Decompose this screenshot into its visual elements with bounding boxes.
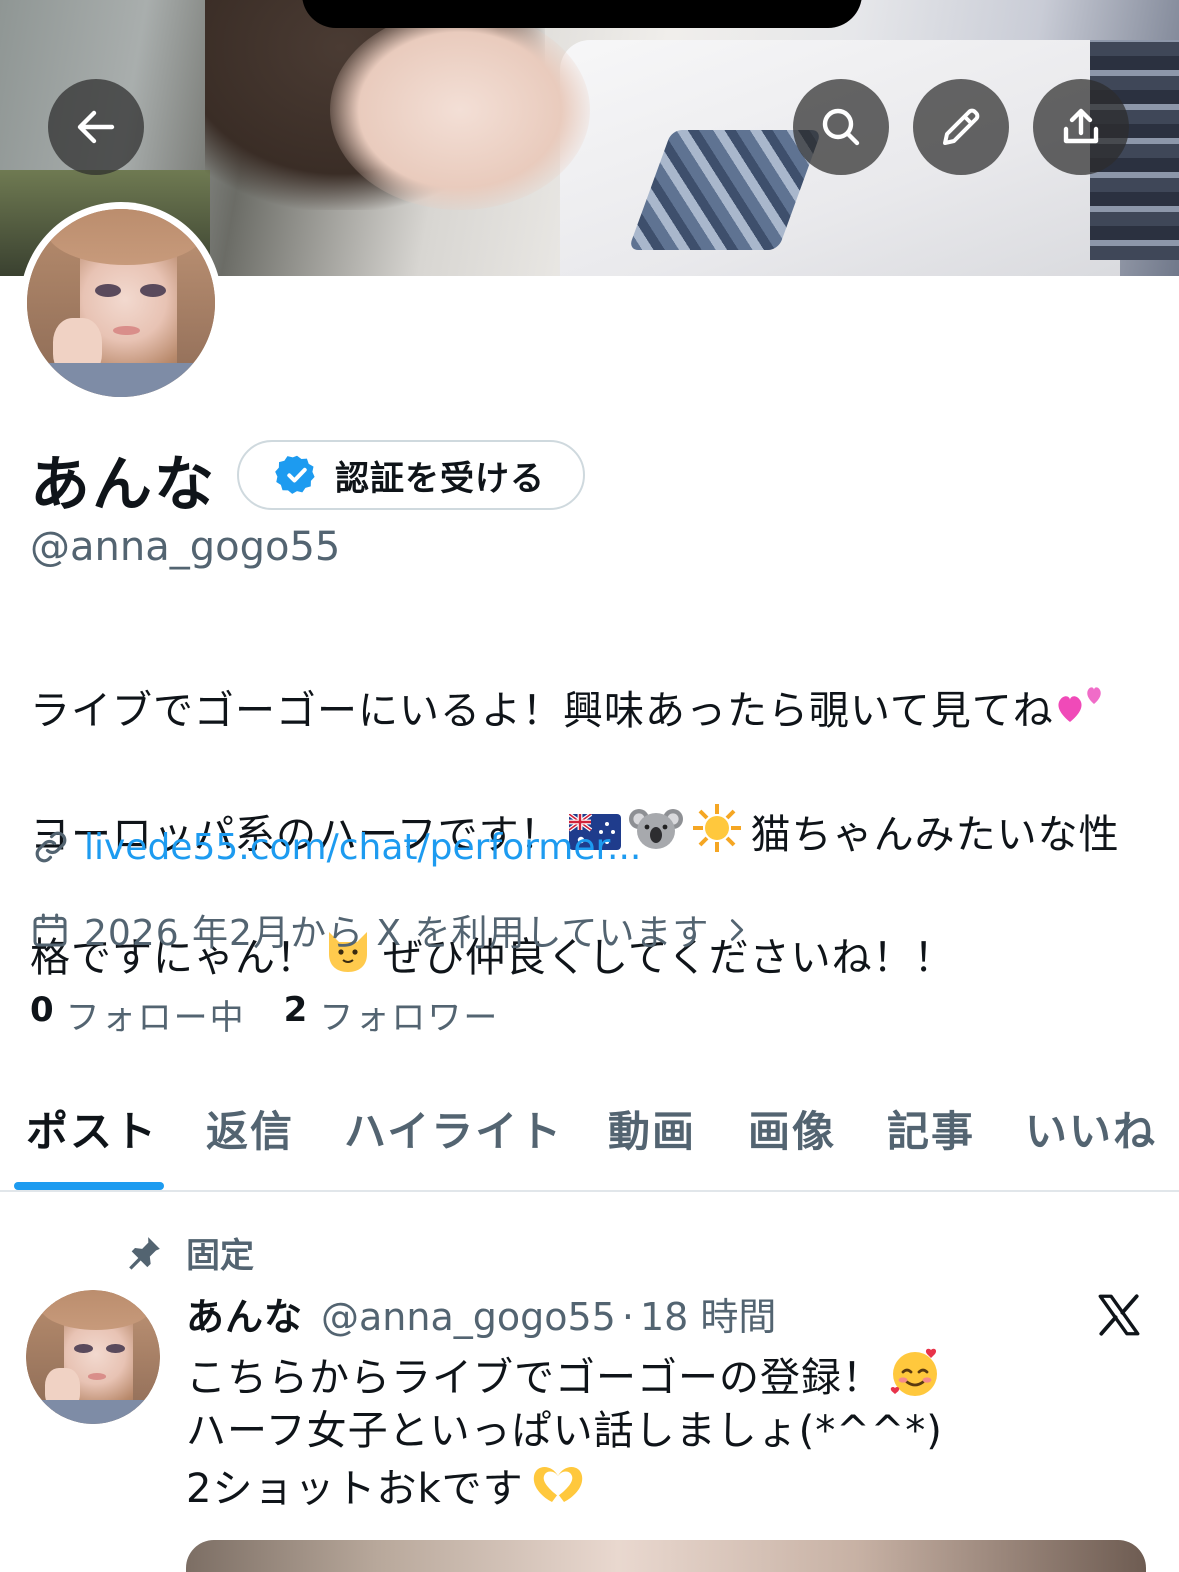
device-notch	[302, 0, 862, 28]
get-verified-label: 認証を受ける	[335, 458, 545, 499]
edit-button[interactable]	[913, 79, 1009, 175]
tab-highlights[interactable]: ハイライト	[344, 1098, 563, 1159]
joined-date-row[interactable]: 2026 年2月から X を利用しています	[30, 904, 751, 956]
x-logo-icon	[1098, 1294, 1140, 1336]
tab-replies[interactable]: 返信	[206, 1098, 294, 1159]
profile-website-link[interactable]: livede55.com/chat/performer...	[84, 827, 641, 868]
arrow-left-icon	[77, 110, 115, 144]
verified-badge-icon	[275, 455, 315, 494]
search-icon	[822, 108, 860, 146]
tab-images[interactable]: 画像	[748, 1098, 836, 1159]
profile-page: あんな 認証を受ける @anna_gogo55 ライブでゴーゴーにいるよ！興味あ…	[0, 0, 1179, 1572]
post-author-avatar[interactable]	[26, 1290, 160, 1424]
share-button[interactable]	[1033, 79, 1129, 175]
follow-stats: 0 フォロー中 2 フォロワー	[30, 990, 537, 1039]
share-icon	[1063, 108, 1099, 144]
get-verified-button[interactable]: 認証を受ける	[237, 440, 585, 510]
profile-avatar[interactable]	[20, 202, 222, 404]
post-author-handle[interactable]: @anna_gogo55	[321, 1295, 616, 1339]
followers-link[interactable]: 2 フォロワー	[284, 990, 500, 1039]
profile-tabs: ポスト 返信 ハイライト 動画 画像 記事 いいね	[0, 1090, 1179, 1192]
back-button[interactable]	[48, 79, 144, 175]
tab-videos[interactable]: 動画	[608, 1098, 696, 1159]
following-label: フォロー中	[65, 998, 246, 1038]
smiling-face-with-hearts-emoji-icon	[887, 1344, 943, 1416]
bio-line: ライブでゴーゴーにいるよ！興味あったら覗いて見てね	[30, 678, 1160, 740]
search-button[interactable]	[793, 79, 889, 175]
pin-icon	[129, 1236, 160, 1270]
post-text: こちらからライブでゴーゴーの登録！ ハーフ女子といっぱい話しましょ(*^^*) …	[186, 1344, 943, 1518]
avatar-photo	[27, 209, 215, 397]
display-name: あんな	[30, 450, 216, 520]
tab-articles[interactable]: 記事	[887, 1098, 975, 1159]
pinned-indicator: 固定	[124, 1228, 254, 1277]
followers-count: 2	[283, 990, 308, 1030]
post-header: あんな @anna_gogo55 · 18 時間	[186, 1286, 776, 1341]
heart-hands-emoji-icon	[530, 1460, 586, 1522]
post-line: 2ショットおkです	[186, 1460, 943, 1518]
post-author-name[interactable]: あんな	[186, 1286, 303, 1341]
following-link[interactable]: 0 フォロー中	[30, 990, 246, 1039]
pinned-label: 固定	[186, 1236, 254, 1276]
sun-emoji-icon	[691, 802, 743, 872]
two-hearts-emoji-icon	[1054, 678, 1110, 748]
post-timestamp[interactable]: 18 時間	[640, 1286, 776, 1341]
joined-date-text: 2026 年2月から X を利用しています	[84, 913, 710, 954]
chevron-right-icon	[731, 919, 744, 941]
avatar-photo	[26, 1290, 160, 1424]
tab-likes[interactable]: いいね	[1025, 1098, 1157, 1159]
following-count: 0	[30, 990, 54, 1030]
post-line: こちらからライブでゴーゴーの登録！	[186, 1344, 943, 1402]
post-media-image[interactable]	[186, 1540, 1146, 1572]
profile-handle: @anna_gogo55	[30, 524, 341, 570]
profile-website-row: livede55.com/chat/performer...	[30, 826, 641, 868]
pencil-icon	[943, 108, 980, 145]
post-line: ハーフ女子といっぱい話しましょ(*^^*)	[186, 1408, 943, 1454]
post-separator: ·	[621, 1295, 634, 1339]
followers-label: フォロワー	[319, 998, 500, 1038]
tab-posts[interactable]: ポスト	[26, 1098, 158, 1159]
active-tab-indicator	[14, 1182, 164, 1190]
calendar-icon	[33, 913, 67, 947]
link-icon	[35, 831, 67, 863]
